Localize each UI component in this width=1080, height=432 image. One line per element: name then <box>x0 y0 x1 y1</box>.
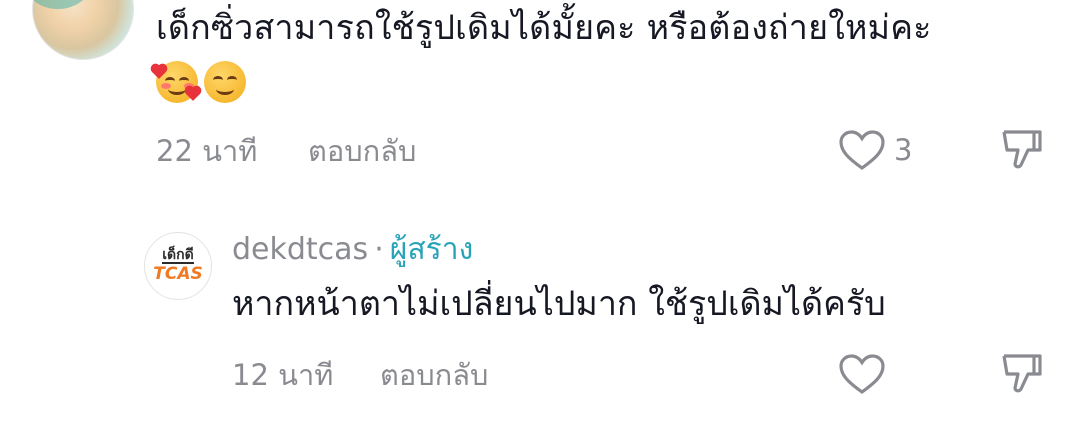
avatar[interactable] <box>32 0 134 60</box>
reply-button-2[interactable]: ตอบกลับ <box>380 357 488 393</box>
smiling-face-with-hearts-icon <box>152 61 200 103</box>
reply-button[interactable]: ตอบกลับ <box>308 133 416 169</box>
creator-avatar[interactable]: เด็กดี TCAS <box>144 232 212 300</box>
dislike-icon[interactable] <box>1000 352 1044 394</box>
heart-icon[interactable] <box>838 354 886 396</box>
username-line: dekdtcas · ผู้สร้าง <box>232 230 473 270</box>
avatar-hair-decoration <box>33 0 93 9</box>
avatar-logo-subtext: TCAS <box>153 264 203 284</box>
smiling-face-blush-icon <box>204 61 246 103</box>
like-count: 3 <box>894 133 913 167</box>
emoji-row <box>152 60 246 104</box>
comment-text: เด็กซิ่วสามารถใช้รูปเดิมได้มั้ยคะ หรือต้… <box>156 8 932 48</box>
reply-time: 12 นาที <box>232 358 334 392</box>
avatar-logo-text: เด็กดี <box>162 247 194 264</box>
comment-time: 22 นาที <box>156 134 258 168</box>
reply-text: หากหน้าตาไม่เปลี่ยนไปมาก ใช้รูปเดิมได้คร… <box>232 284 886 324</box>
dislike-icon[interactable] <box>1000 128 1044 170</box>
username[interactable]: dekdtcas <box>232 230 368 270</box>
separator: · <box>374 232 384 267</box>
heart-icon[interactable] <box>838 130 886 172</box>
creator-badge: ผู้สร้าง <box>389 232 474 267</box>
